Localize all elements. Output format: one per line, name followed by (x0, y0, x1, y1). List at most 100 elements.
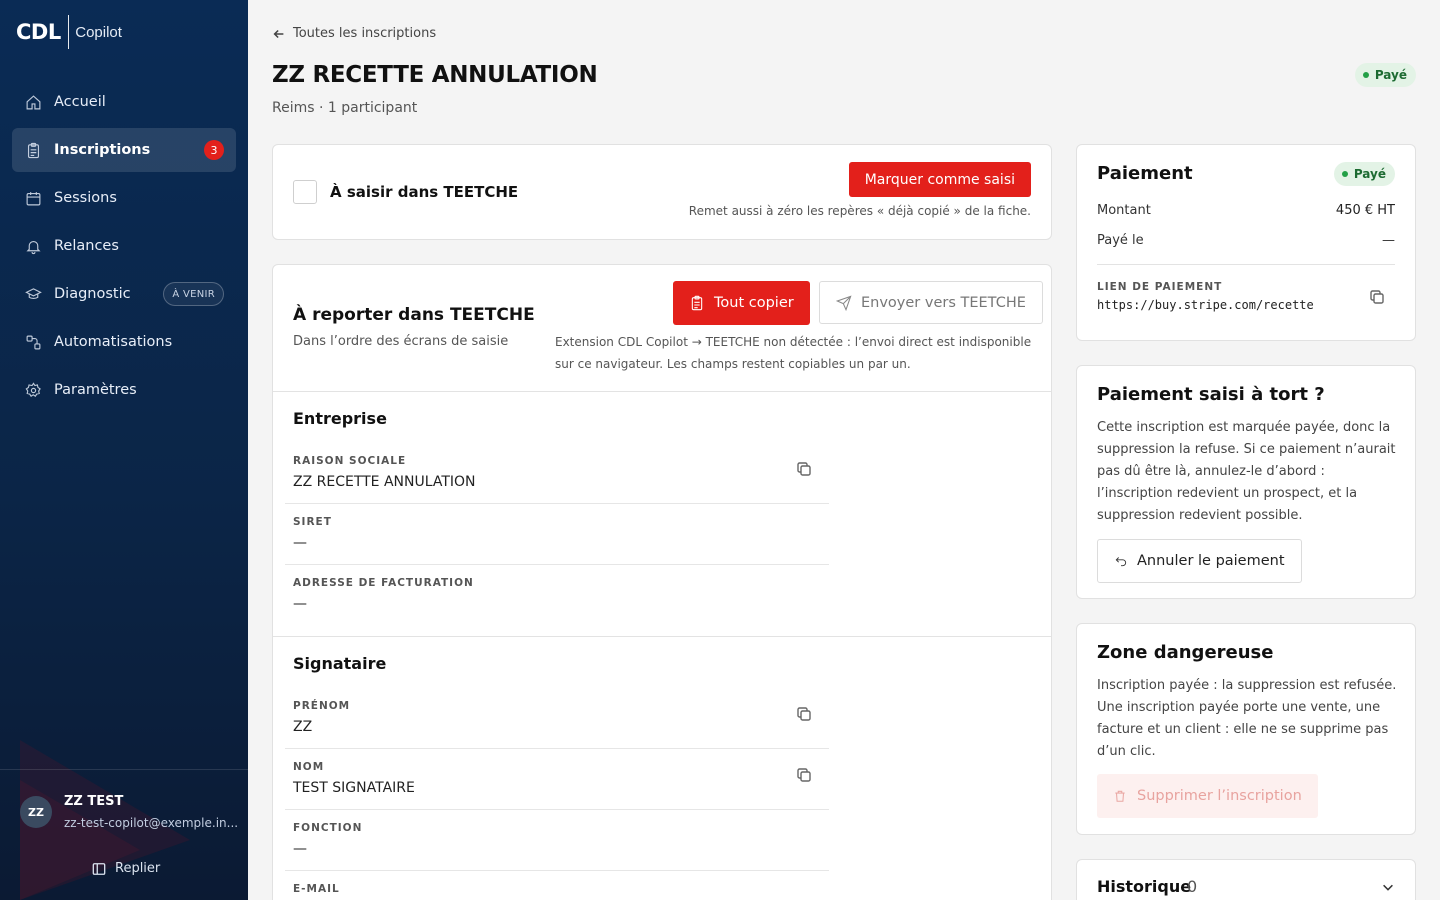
back-link[interactable]: Toutes les inscriptions (272, 26, 436, 41)
field-prenom: PRÉNOM ZZ (285, 688, 829, 749)
status-dot (1341, 171, 1348, 177)
copy-icon[interactable] (1369, 289, 1385, 305)
payment-link-label: LIEN DE PAIEMENT (1097, 281, 1223, 293)
payment-status-badge: Payé (1333, 162, 1395, 186)
sidebar-item-label: Accueil (54, 94, 106, 110)
logo-product: Copilot (75, 23, 122, 41)
payment-card: Paiement Payé Montant 450 € HT Payé le —… (1076, 144, 1416, 341)
page-subtitle: Reims · 1 participant (272, 100, 418, 116)
sidebar: CDL Copilot Accueil Inscriptions 3 Sessi… (0, 0, 248, 900)
undo-icon (1115, 557, 1127, 567)
saisi-checkbox[interactable] (293, 180, 317, 204)
danger-title: Zone dangereuse (1097, 642, 1274, 663)
copy-icon[interactable] (796, 767, 812, 783)
clipboard-icon (24, 141, 42, 159)
graduation-cap-icon (24, 285, 42, 303)
entry-card: À saisir dans TEETCHE Marquer comme sais… (272, 144, 1052, 240)
home-icon (24, 93, 42, 111)
field-value[interactable]: TEST SIGNATAIRE (293, 780, 415, 796)
sidebar-item-label: Sessions (54, 190, 117, 206)
page-title: ZZ RECETTE ANNULATION (272, 62, 598, 88)
delete-label: Supprimer l’inscription (1137, 788, 1302, 804)
count-badge: 3 (204, 140, 224, 160)
collapse-label: Replier (115, 861, 161, 876)
field-label: RAISON SOCIALE (293, 455, 407, 467)
sidebar-item-relances[interactable]: Relances (12, 224, 236, 268)
user-email: zz-test-copilot@exemple.in... (64, 816, 239, 830)
amount-label: Montant (1097, 203, 1151, 218)
trash-icon (1115, 790, 1125, 802)
wrong-payment-title: Paiement saisi à tort ? (1097, 384, 1325, 405)
history-count: 0 (1187, 877, 1198, 896)
send-icon (836, 294, 852, 311)
copy-all-button[interactable]: Tout copier (673, 281, 810, 325)
field-label: E-MAIL (293, 883, 340, 895)
payment-title: Paiement (1097, 163, 1193, 184)
amount-value: 450 € HT (1335, 203, 1395, 218)
divider (1097, 264, 1395, 265)
sidebar-item-automatisations[interactable]: Automatisations (12, 320, 236, 364)
send-to-teetche-button[interactable]: Envoyer vers TEETCHE (819, 281, 1043, 324)
history-title: Historique (1097, 877, 1192, 896)
logo-brand: CDL (16, 20, 61, 44)
report-card: À reporter dans TEETCHE Dans l’ordre des… (272, 264, 1052, 900)
workflow-icon (24, 333, 42, 351)
cancel-payment-label: Annuler le paiement (1137, 553, 1285, 569)
user-name: ZZ TEST (64, 794, 124, 809)
sidebar-item-label: Relances (54, 238, 119, 254)
field-value[interactable]: ZZ (293, 719, 312, 735)
back-link-label: Toutes les inscriptions (293, 26, 437, 41)
payment-link-value[interactable]: https://buy.stripe.com/recette (1097, 298, 1314, 312)
user-block: ZZ ZZ TEST zz-test-copilot@exemple.in...… (0, 769, 248, 876)
sidebar-item-parametres[interactable]: Paramètres (12, 368, 236, 412)
field-label: FONCTION (293, 822, 363, 834)
sidebar-item-label: Inscriptions (54, 142, 151, 158)
sidebar-item-accueil[interactable]: Accueil (12, 80, 236, 124)
report-title: À reporter dans TEETCHE (293, 305, 535, 325)
wrong-payment-card: Paiement saisi à tort ? Cette inscriptio… (1076, 365, 1416, 599)
status-label: Payé (1353, 167, 1386, 181)
paid-on-value: — (1382, 233, 1395, 248)
sidebar-item-inscriptions[interactable]: Inscriptions 3 (12, 128, 236, 172)
field-nom: NOM TEST SIGNATAIRE (285, 749, 829, 810)
sidebar-item-label: Diagnostic (54, 286, 131, 302)
section-title: Entreprise (293, 409, 387, 428)
field-value: — (293, 535, 307, 551)
avatar[interactable]: ZZ (20, 796, 52, 828)
copy-all-label: Tout copier (714, 295, 794, 311)
coming-soon-tag: À VENIR (163, 282, 224, 306)
sidebar-nav: Accueil Inscriptions 3 Sessions Relances… (12, 80, 236, 416)
copy-icon[interactable] (796, 461, 812, 477)
cancel-payment-button[interactable]: Annuler le paiement (1097, 539, 1302, 583)
entry-hint: Remet aussi à zéro les repères « déjà co… (688, 204, 1031, 218)
sidebar-item-diagnostic[interactable]: Diagnostic À VENIR (12, 272, 236, 316)
status-badge: Payé (1354, 63, 1416, 87)
report-subtitle: Dans l’ordre des écrans de saisie (293, 334, 509, 349)
status-dot (1362, 72, 1369, 78)
clipboard-icon (691, 295, 703, 311)
logo[interactable]: CDL Copilot (16, 14, 122, 50)
sidebar-item-sessions[interactable]: Sessions (12, 176, 236, 220)
mark-as-entered-button[interactable]: Marquer comme saisi (848, 162, 1031, 197)
status-label: Payé (1374, 68, 1407, 82)
field-raison-sociale: RAISON SOCIALE ZZ RECETTE ANNULATION (285, 443, 829, 504)
history-card[interactable]: Historique 0 (1076, 859, 1416, 900)
extension-notice: Extension CDL Copilot → TEETCHE non déte… (555, 335, 1032, 371)
sidebar-item-label: Automatisations (54, 334, 173, 350)
delete-inscription-button[interactable]: Supprimer l’inscription (1097, 774, 1318, 818)
collapse-sidebar-button[interactable]: Replier (92, 861, 160, 876)
amount-row: Montant 450 € HT (1097, 203, 1395, 218)
paid-on-label: Payé le (1097, 233, 1144, 248)
paid-on-row: Payé le — (1097, 233, 1395, 248)
field-siret: SIRET — (285, 504, 829, 565)
chevron-down-icon[interactable] (1381, 880, 1395, 894)
field-email: E-MAIL (285, 871, 829, 900)
field-value[interactable]: ZZ RECETTE ANNULATION (293, 474, 476, 490)
danger-zone-card: Zone dangereuse Inscription payée : la s… (1076, 623, 1416, 835)
sidebar-item-label: Paramètres (54, 382, 137, 398)
field-label: ADRESSE DE FACTURATION (293, 577, 474, 589)
field-label: PRÉNOM (293, 700, 351, 712)
copy-icon[interactable] (796, 706, 812, 722)
calendar-icon (24, 189, 42, 207)
danger-text: Inscription payée : la suppression est r… (1097, 678, 1397, 759)
